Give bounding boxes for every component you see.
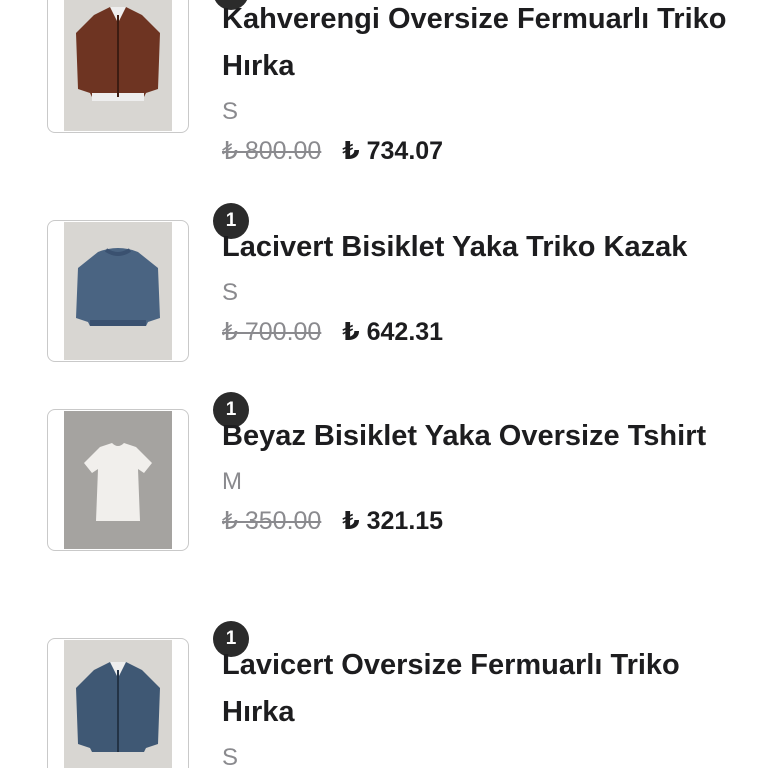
discounted-price: ₺ 734.07 [342, 137, 444, 165]
garment-illustration [64, 0, 172, 131]
white-tshirt-photo [64, 411, 172, 549]
original-price: ₺ 700.00 [222, 318, 322, 346]
product-info: Lavicert Oversize Fermuarlı Triko Hırka … [222, 642, 742, 768]
product-variant: S [222, 98, 239, 125]
thumbnail-frame [47, 0, 189, 133]
product-thumbnail[interactable]: 1 [47, 392, 249, 551]
original-price: ₺ 800.00 [222, 137, 322, 165]
product-thumbnail[interactable]: 1 [47, 621, 249, 768]
thumbnail-frame [47, 220, 189, 362]
navy-zip-cardigan-photo [64, 640, 172, 768]
thumbnail-frame [47, 409, 189, 551]
product-name[interactable]: Beyaz Bisiklet Yaka Oversize Tshirt [222, 413, 742, 460]
brown-zip-cardigan-photo [64, 0, 172, 131]
original-price: ₺ 350.00 [222, 507, 322, 535]
product-info: Beyaz Bisiklet Yaka Oversize Tshirt M ₺ … [222, 413, 742, 538]
product-name[interactable]: Lavicert Oversize Fermuarlı Triko Hırka [222, 642, 742, 736]
discounted-price: ₺ 321.15 [342, 507, 444, 535]
garment-illustration [64, 640, 172, 768]
product-variant: S [222, 279, 239, 306]
thumbnail-frame [47, 638, 189, 768]
cart-item-list: 1 Kahverengi Oversize Fermuarlı Triko Hı… [0, 0, 768, 768]
product-info: Lacivert Bisiklet Yaka Triko Kazak S ₺ 7… [222, 224, 742, 349]
product-thumbnail[interactable]: 1 [47, 203, 249, 362]
garment-illustration [64, 222, 172, 360]
product-name[interactable]: Lacivert Bisiklet Yaka Triko Kazak [222, 224, 742, 271]
product-thumbnail[interactable]: 1 [47, 0, 249, 133]
price-row: ₺ 800.00 ₺ 734.07 [222, 134, 742, 168]
price-row: ₺ 700.00 ₺ 642.31 [222, 315, 742, 349]
price-row: ₺ 350.00 ₺ 321.15 [222, 504, 742, 538]
navy-knit-sweater-photo [64, 222, 172, 360]
product-info: Kahverengi Oversize Fermuarlı Triko Hırk… [222, 0, 742, 168]
garment-illustration [64, 411, 172, 549]
product-variant: M [222, 468, 242, 495]
discounted-price: ₺ 642.31 [342, 318, 444, 346]
product-name[interactable]: Kahverengi Oversize Fermuarlı Triko Hırk… [222, 0, 742, 90]
product-variant: S [222, 744, 239, 768]
